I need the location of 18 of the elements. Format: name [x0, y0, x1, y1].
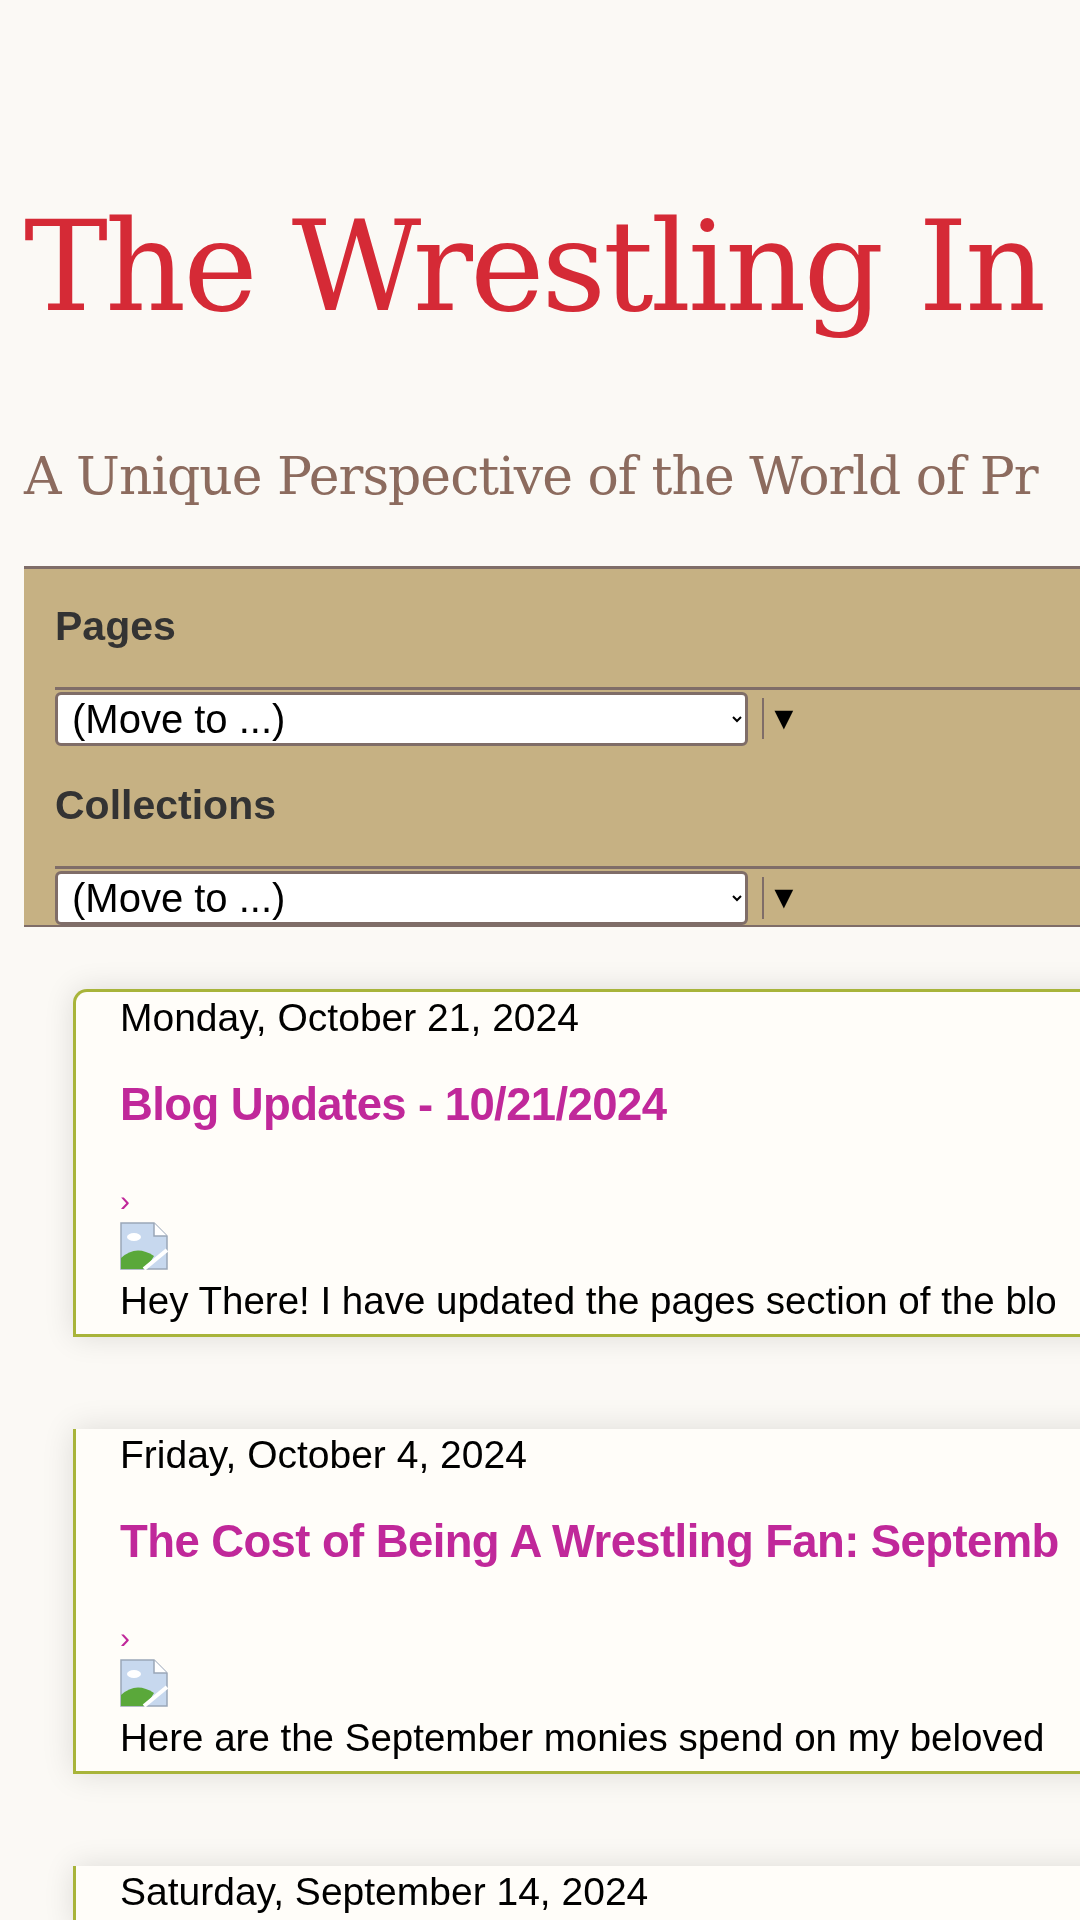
broken-image-icon [120, 1222, 168, 1271]
jump-link[interactable]: › [120, 1186, 130, 1217]
broken-image-icon [120, 1659, 168, 1708]
post-date: Saturday, September 14, 2024 [120, 1869, 650, 1916]
post-excerpt: Here are the September monies spend on my beloved [120, 1715, 1045, 1762]
post-excerpt: Hey There! I have updated the pages section of the blo [120, 1278, 1057, 1325]
dropdown-field[interactable]: (Move to ...) [55, 691, 748, 746]
dropdown-toggle[interactable]: ▼ [762, 697, 800, 740]
post-date: Monday, October 21, 2024 [120, 994, 580, 1041]
dropdown-field[interactable]: (Move to ...) [55, 870, 748, 925]
post-title-link[interactable]: Blog Updates - 10/21/2024 [120, 1077, 667, 1133]
post-title-link[interactable]: The Cost of Being A Wrestling Fan: Septemb [120, 1514, 1059, 1570]
jump-link[interactable]: › [120, 1623, 130, 1654]
dropdown-toggle[interactable]: ▼ [762, 877, 800, 919]
blog-title[interactable]: The Wrestling In [24, 188, 1044, 346]
section-heading: Pages [55, 601, 177, 651]
post-date: Friday, October 4, 2024 [120, 1432, 528, 1478]
section-heading: Collections [55, 780, 277, 830]
